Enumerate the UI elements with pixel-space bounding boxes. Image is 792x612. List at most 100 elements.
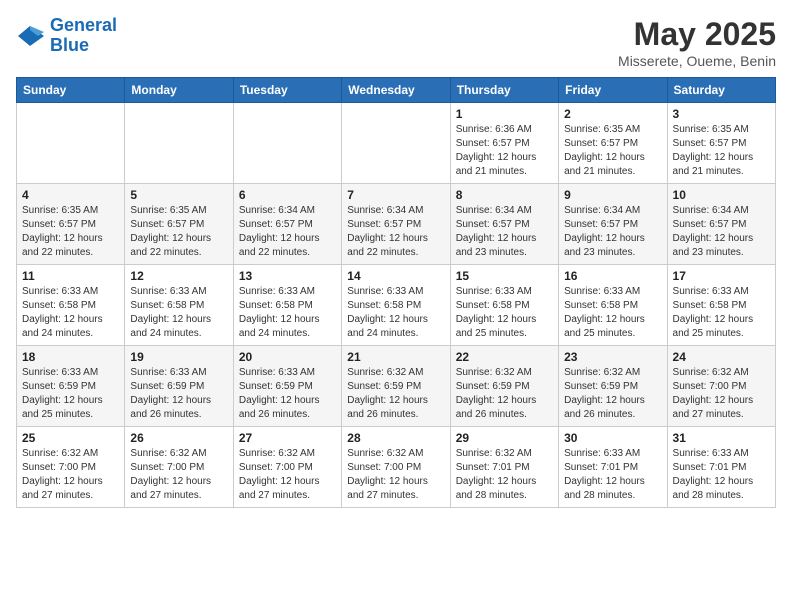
day-number: 20 [239,350,336,364]
calendar-body: 1Sunrise: 6:36 AMSunset: 6:57 PMDaylight… [17,103,776,508]
calendar-cell: 7Sunrise: 6:34 AMSunset: 6:57 PMDaylight… [342,184,450,265]
day-info: Sunrise: 6:35 AMSunset: 6:57 PMDaylight:… [673,123,770,179]
day-info: Sunrise: 6:32 AMSunset: 7:00 PMDaylight:… [239,447,336,503]
calendar-cell: 29Sunrise: 6:32 AMSunset: 7:01 PMDayligh… [450,427,558,508]
calendar-cell: 14Sunrise: 6:33 AMSunset: 6:58 PMDayligh… [342,265,450,346]
day-number: 28 [347,431,444,445]
calendar-cell [125,103,233,184]
day-info: Sunrise: 6:32 AMSunset: 7:00 PMDaylight:… [673,366,770,422]
calendar-cell: 25 Sunrise: 6:32 AMSunset: 7:00 PMDayligh… [17,427,125,508]
day-number: 22 [456,350,553,364]
day-info: Sunrise: 6:34 AMSunset: 6:57 PMDaylight:… [673,204,770,260]
calendar-table: SundayMondayTuesdayWednesdayThursdayFrid… [16,77,776,508]
day-info: Sunrise: 6:33 AMSunset: 6:58 PMDaylight:… [456,285,553,341]
location-subtitle: Misserete, Oueme, Benin [618,53,776,69]
calendar-cell [17,103,125,184]
day-number: 14 [347,269,444,283]
day-info: Sunrise: 6:32 AMSunset: 6:59 PMDaylight:… [347,366,444,422]
calendar-cell: 12 Sunrise: 6:33 AMSunset: 6:58 PMDayligh… [125,265,233,346]
calendar-cell: 15 Sunrise: 6:33 AMSunset: 6:58 PMDayligh… [450,265,558,346]
calendar-cell: 10 Sunrise: 6:34 AMSunset: 6:57 PMDayligh… [667,184,775,265]
calendar-cell: 6 Sunrise: 6:34 AMSunset: 6:57 PMDaylight… [233,184,341,265]
calendar-cell: 21 Sunrise: 6:32 AMSunset: 6:59 PMDayligh… [342,346,450,427]
page-header: General Blue May 2025 Misserete, Oueme, … [16,16,776,69]
week-row-5: 25 Sunrise: 6:32 AMSunset: 7:00 PMDayligh… [17,427,776,508]
week-row-2: 4Sunrise: 6:35 AMSunset: 6:57 PMDaylight… [17,184,776,265]
calendar-cell: 20 Sunrise: 6:33 AMSunset: 6:59 PMDayligh… [233,346,341,427]
day-info: Sunrise: 6:33 AMSunset: 6:58 PMDaylight:… [564,285,661,341]
day-info: Sunrise: 6:33 AMSunset: 7:01 PMDaylight:… [673,447,770,503]
week-row-1: 1Sunrise: 6:36 AMSunset: 6:57 PMDaylight… [17,103,776,184]
day-header-thursday: Thursday [450,78,558,103]
calendar-cell: 1Sunrise: 6:36 AMSunset: 6:57 PMDaylight… [450,103,558,184]
calendar-cell: 17 Sunrise: 6:33 AMSunset: 6:58 PMDayligh… [667,265,775,346]
day-info: Sunrise: 6:32 AMSunset: 7:01 PMDaylight:… [456,447,553,503]
day-info: Sunrise: 6:32 AMSunset: 7:00 PMDaylight:… [22,447,119,503]
day-header-wednesday: Wednesday [342,78,450,103]
calendar-header-row: SundayMondayTuesdayWednesdayThursdayFrid… [17,78,776,103]
day-header-sunday: Sunday [17,78,125,103]
day-header-friday: Friday [559,78,667,103]
logo-line2: Blue [50,36,117,56]
week-row-3: 11 Sunrise: 6:33 AMSunset: 6:58 PMDayligh… [17,265,776,346]
day-number: 18 [22,350,119,364]
day-info: Sunrise: 6:33 AMSunset: 6:59 PMDaylight:… [130,366,227,422]
calendar-cell [342,103,450,184]
calendar-cell: 18Sunrise: 6:33 AMSunset: 6:59 PMDayligh… [17,346,125,427]
day-info: Sunrise: 6:33 AMSunset: 6:58 PMDaylight:… [673,285,770,341]
day-number: 1 [456,107,553,121]
day-info: Sunrise: 6:34 AMSunset: 6:57 PMDaylight:… [239,204,336,260]
calendar-cell: 9Sunrise: 6:34 AMSunset: 6:57 PMDaylight… [559,184,667,265]
day-number: 26 [130,431,227,445]
day-number: 2 [564,107,661,121]
calendar-cell: 22 Sunrise: 6:32 AMSunset: 6:59 PMDayligh… [450,346,558,427]
logo-line1: General [50,15,117,35]
calendar-cell: 30 Sunrise: 6:33 AMSunset: 7:01 PMDayligh… [559,427,667,508]
day-info: Sunrise: 6:32 AMSunset: 6:59 PMDaylight:… [564,366,661,422]
calendar-cell: 4Sunrise: 6:35 AMSunset: 6:57 PMDaylight… [17,184,125,265]
day-info: Sunrise: 6:33 AMSunset: 6:58 PMDaylight:… [239,285,336,341]
day-info: Sunrise: 6:33 AMSunset: 6:58 PMDaylight:… [130,285,227,341]
day-number: 13 [239,269,336,283]
day-number: 11 [22,269,119,283]
calendar-cell: 19 Sunrise: 6:33 AMSunset: 6:59 PMDayligh… [125,346,233,427]
calendar-cell: 2Sunrise: 6:35 AMSunset: 6:57 PMDaylight… [559,103,667,184]
calendar-cell: 13 Sunrise: 6:33 AMSunset: 6:58 PMDayligh… [233,265,341,346]
day-number: 12 [130,269,227,283]
day-number: 3 [673,107,770,121]
day-number: 25 [22,431,119,445]
day-info: Sunrise: 6:32 AMSunset: 7:00 PMDaylight:… [130,447,227,503]
day-number: 31 [673,431,770,445]
day-number: 21 [347,350,444,364]
day-number: 10 [673,188,770,202]
calendar-cell [233,103,341,184]
day-info: Sunrise: 6:34 AMSunset: 6:57 PMDaylight:… [456,204,553,260]
calendar-cell: 3 Sunrise: 6:35 AMSunset: 6:57 PMDaylight… [667,103,775,184]
day-number: 27 [239,431,336,445]
day-info: Sunrise: 6:32 AMSunset: 6:59 PMDaylight:… [456,366,553,422]
calendar-cell: 28 Sunrise: 6:32 AMSunset: 7:00 PMDayligh… [342,427,450,508]
day-number: 17 [673,269,770,283]
day-info: Sunrise: 6:33 AMSunset: 6:58 PMDaylight:… [22,285,119,341]
calendar-cell: 24Sunrise: 6:32 AMSunset: 7:00 PMDayligh… [667,346,775,427]
day-number: 19 [130,350,227,364]
day-info: Sunrise: 6:33 AMSunset: 7:01 PMDaylight:… [564,447,661,503]
logo-text: General Blue [50,16,117,56]
calendar-cell: 11 Sunrise: 6:33 AMSunset: 6:58 PMDayligh… [17,265,125,346]
day-number: 15 [456,269,553,283]
day-info: Sunrise: 6:34 AMSunset: 6:57 PMDaylight:… [347,204,444,260]
day-number: 30 [564,431,661,445]
calendar-cell: 8 Sunrise: 6:34 AMSunset: 6:57 PMDaylight… [450,184,558,265]
day-header-tuesday: Tuesday [233,78,341,103]
day-header-monday: Monday [125,78,233,103]
title-block: May 2025 Misserete, Oueme, Benin [618,16,776,69]
day-info: Sunrise: 6:32 AMSunset: 7:00 PMDaylight:… [347,447,444,503]
day-number: 6 [239,188,336,202]
calendar-cell: 23Sunrise: 6:32 AMSunset: 6:59 PMDayligh… [559,346,667,427]
month-title: May 2025 [618,16,776,53]
day-number: 5 [130,188,227,202]
day-number: 16 [564,269,661,283]
day-info: Sunrise: 6:33 AMSunset: 6:59 PMDaylight:… [239,366,336,422]
day-number: 8 [456,188,553,202]
logo: General Blue [16,16,117,56]
